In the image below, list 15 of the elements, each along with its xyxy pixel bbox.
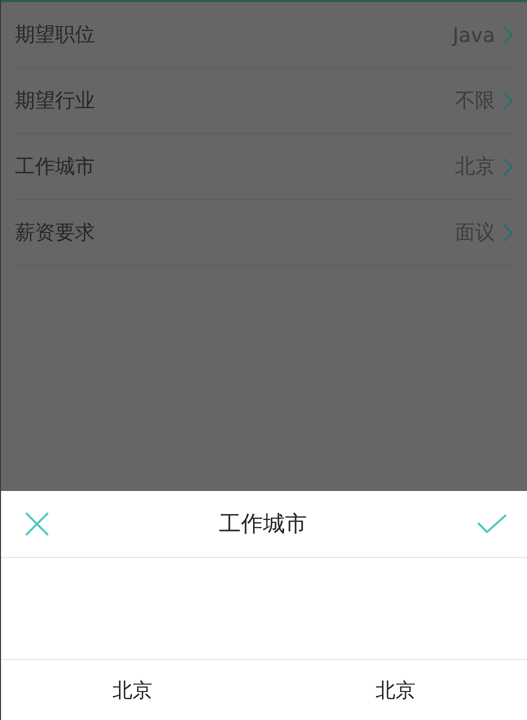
close-icon (25, 512, 49, 536)
picker-option[interactable]: 北京 (1, 660, 264, 720)
chevron-right-icon (503, 224, 513, 242)
setting-label: 期望职位 (15, 21, 96, 48)
chevron-right-icon (503, 158, 513, 176)
setting-label: 工作城市 (15, 153, 96, 180)
close-button[interactable] (25, 512, 49, 536)
setting-label: 期望行业 (15, 87, 96, 114)
chevron-right-icon (503, 26, 513, 44)
checkmark-icon (477, 514, 507, 534)
picker-option[interactable]: 北京 (264, 660, 527, 720)
setting-label: 薪资要求 (15, 219, 96, 246)
confirm-button[interactable] (477, 514, 507, 534)
chevron-right-icon (503, 92, 513, 110)
sheet-title: 工作城市 (219, 511, 307, 539)
